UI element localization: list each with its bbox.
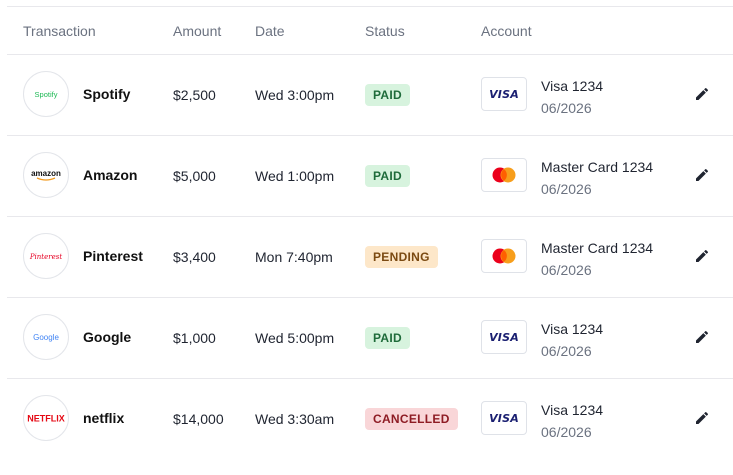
account-expiry: 06/2026: [541, 100, 592, 116]
pinterest-logo: Pinterest: [23, 233, 69, 279]
logo-text: amazon: [31, 169, 61, 178]
visa-icon: VISA: [481, 401, 527, 435]
edit-button[interactable]: [693, 328, 711, 346]
table-row[interactable]: Pinterest Pinterest $3,400 Mon 7:40pm PE…: [7, 217, 733, 298]
status-badge: PAID: [365, 84, 410, 106]
header-date: Date: [255, 23, 285, 39]
google-logo: Google: [23, 314, 69, 360]
edit-button[interactable]: [693, 85, 711, 103]
mastercard-icon: [481, 239, 527, 273]
table-row[interactable]: amazon Amazon $5,000 Wed 1:00pm PAID Mas…: [7, 136, 733, 217]
status-badge: PAID: [365, 165, 410, 187]
transactions-table: Transaction Amount Date Status Account S…: [7, 6, 733, 459]
spotify-logo: Spotify: [23, 71, 69, 117]
mastercard-icon: [481, 158, 527, 192]
header-amount: Amount: [173, 23, 222, 39]
edit-button[interactable]: [693, 166, 711, 184]
transaction-amount: $2,500: [173, 87, 216, 103]
account-expiry: 06/2026: [541, 343, 592, 359]
pencil-icon: [696, 249, 709, 262]
header-account: Account: [481, 23, 532, 39]
pencil-icon: [696, 330, 709, 343]
status-badge: PAID: [365, 327, 410, 349]
netflix-logo: NETFLIX: [23, 395, 69, 441]
transaction-name: Spotify: [83, 86, 131, 102]
account-name: Master Card 1234: [541, 159, 654, 175]
account-expiry: 06/2026: [541, 181, 592, 197]
account-name: Visa 1234: [541, 321, 604, 337]
transaction-amount: $14,000: [173, 411, 224, 427]
transaction-amount: $3,400: [173, 249, 216, 265]
transaction-date: Wed 5:00pm: [255, 330, 335, 346]
transaction-date: Wed 3:00pm: [255, 87, 335, 103]
card-brand-text: VISA: [489, 87, 519, 101]
transaction-name: Pinterest: [83, 248, 143, 264]
account-name: Visa 1234: [541, 78, 604, 94]
account-name: Master Card 1234: [541, 240, 654, 256]
transaction-name: Google: [83, 329, 132, 345]
transaction-date: Mon 7:40pm: [255, 249, 333, 265]
pencil-icon: [696, 411, 709, 424]
logo-text: Google: [33, 333, 59, 342]
account-expiry: 06/2026: [541, 424, 592, 440]
transaction-amount: $1,000: [173, 330, 216, 346]
amazon-logo: amazon: [23, 152, 69, 198]
card-brand-text: VISA: [489, 411, 519, 425]
transaction-name: Amazon: [83, 167, 138, 183]
header-status: Status: [365, 23, 405, 39]
status-badge: CANCELLED: [365, 408, 458, 430]
pencil-icon: [696, 168, 709, 181]
pencil-icon: [696, 87, 709, 100]
edit-button[interactable]: [693, 409, 711, 427]
logo-text: Spotify: [35, 90, 58, 99]
table-row[interactable]: Google Google $1,000 Wed 5:00pm PAID VIS…: [7, 298, 733, 379]
transaction-name: netflix: [83, 410, 125, 426]
table-row[interactable]: NETFLIX netflix $14,000 Wed 3:30am CANCE…: [7, 379, 733, 459]
card-brand-text: VISA: [489, 330, 519, 344]
table-header: Transaction Amount Date Status Account: [7, 7, 733, 55]
transaction-date: Wed 3:30am: [255, 411, 335, 427]
account-name: Visa 1234: [541, 402, 604, 418]
status-badge: PENDING: [365, 246, 438, 268]
logo-text: NETFLIX: [27, 414, 65, 424]
logo-text: Pinterest: [29, 253, 62, 261]
edit-button[interactable]: [693, 247, 711, 265]
visa-icon: VISA: [481, 77, 527, 111]
table-row[interactable]: Spotify Spotify $2,500 Wed 3:00pm PAID V…: [7, 55, 733, 136]
transaction-date: Wed 1:00pm: [255, 168, 335, 184]
visa-icon: VISA: [481, 320, 527, 354]
transaction-amount: $5,000: [173, 168, 216, 184]
header-transaction: Transaction: [23, 23, 96, 39]
account-expiry: 06/2026: [541, 262, 592, 278]
